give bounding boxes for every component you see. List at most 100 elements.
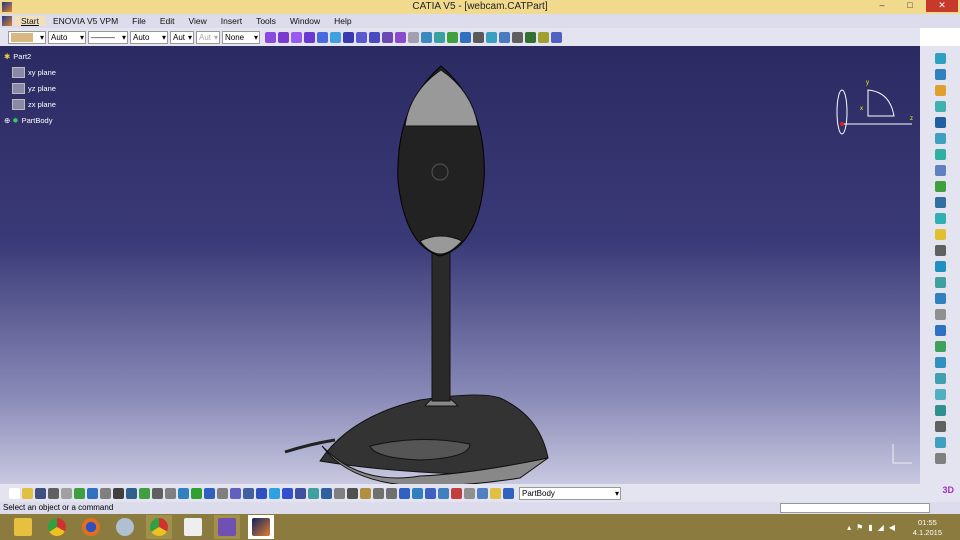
toolbar-tool-icon[interactable] [291, 31, 302, 43]
toolbar-tool-icon[interactable] [152, 487, 163, 499]
toolbar-tool-icon[interactable] [334, 487, 345, 499]
system-tray[interactable]: ▴⚑▮◢◀ [847, 523, 900, 532]
toolbar-tool-icon[interactable] [48, 487, 59, 499]
toolbar-tool-icon[interactable] [100, 487, 111, 499]
taskbar-visual-studio[interactable] [214, 515, 240, 539]
toolbar-tool-icon[interactable] [464, 487, 475, 499]
toolbar-tool-icon[interactable] [934, 149, 946, 160]
toolbar-tool-icon[interactable] [934, 229, 946, 240]
toolbar-tool-icon[interactable] [934, 165, 946, 176]
toolbar-tool-icon[interactable] [503, 487, 514, 499]
toolbar-tool-icon[interactable] [282, 487, 293, 499]
toolbar-tool-icon[interactable] [934, 389, 946, 400]
toolbar-tool-icon[interactable] [343, 31, 354, 43]
toolbar-tool-icon[interactable] [278, 31, 289, 43]
toolbar-tool-icon[interactable] [317, 31, 328, 43]
toolbar-tool-icon[interactable] [330, 31, 341, 43]
taskbar-firefox[interactable] [78, 515, 104, 539]
webcam-model[interactable] [0, 46, 920, 484]
fill-color-select[interactable] [8, 30, 46, 44]
toolbar-tool-icon[interactable] [934, 101, 946, 112]
toolbar-tool-icon[interactable] [399, 487, 410, 499]
toolbar-tool-icon[interactable] [934, 373, 946, 384]
toolbar-tool-icon[interactable] [934, 261, 946, 272]
thickness-select[interactable]: Aut [170, 30, 194, 44]
toolbar-tool-icon[interactable] [934, 309, 946, 320]
toolbar-tool-icon[interactable] [934, 293, 946, 304]
menu-help[interactable]: Help [327, 16, 358, 26]
toolbar-tool-icon[interactable] [934, 69, 946, 80]
toolbar-tool-icon[interactable] [321, 487, 332, 499]
toolbar-tool-icon[interactable] [74, 487, 85, 499]
toolbar-tool-icon[interactable] [87, 487, 98, 499]
toolbar-tool-icon[interactable] [934, 325, 946, 336]
toolbar-tool-icon[interactable] [9, 487, 20, 499]
toolbar-tool-icon[interactable] [438, 487, 449, 499]
toolbar-tool-icon[interactable] [113, 487, 124, 499]
toolbar-tool-icon[interactable] [473, 31, 484, 43]
taskbar-paint[interactable] [112, 515, 138, 539]
menu-window[interactable]: Window [283, 16, 327, 26]
catia-menu-icon[interactable] [2, 16, 12, 26]
toolbar-tool-icon[interactable] [421, 31, 432, 43]
taskbar-chrome-2[interactable] [146, 515, 172, 539]
toolbar-tool-icon[interactable] [347, 487, 358, 499]
toolbar-tool-icon[interactable] [934, 357, 946, 368]
toolbar-tool-icon[interactable] [139, 487, 150, 499]
toolbar-tool-icon[interactable] [61, 487, 72, 499]
toolbar-tool-icon[interactable] [230, 487, 241, 499]
toolbar-tool-icon[interactable] [934, 421, 946, 432]
toolbar-tool-icon[interactable] [934, 341, 946, 352]
toolbar-tool-icon[interactable] [408, 31, 419, 43]
toolbar-tool-icon[interactable] [35, 487, 46, 499]
toolbar-tool-icon[interactable] [304, 31, 315, 43]
minimize-button[interactable]: – [870, 0, 894, 12]
toolbar-tool-icon[interactable] [934, 53, 946, 64]
toolbar-tool-icon[interactable] [356, 31, 367, 43]
toolbar-tool-icon[interactable] [395, 31, 406, 43]
toolbar-tool-icon[interactable] [499, 31, 510, 43]
toolbar-tool-icon[interactable] [538, 31, 549, 43]
toolbar-tool-icon[interactable] [386, 487, 397, 499]
menu-start[interactable]: Start [14, 16, 46, 26]
maximize-button[interactable]: □ [898, 0, 922, 12]
toolbar-tool-icon[interactable] [460, 31, 471, 43]
toolbar-tool-icon[interactable] [126, 487, 137, 499]
toolbar-tool-icon[interactable] [295, 487, 306, 499]
toolbar-tool-icon[interactable] [451, 487, 462, 499]
toolbar-tool-icon[interactable] [256, 487, 267, 499]
toolbar-tool-icon[interactable] [217, 487, 228, 499]
toolbar-tool-icon[interactable] [486, 31, 497, 43]
toolbar-tool-icon[interactable] [360, 487, 371, 499]
toolbar-tool-icon[interactable] [934, 453, 946, 464]
toolbar-tool-icon[interactable] [934, 405, 946, 416]
toolbar-tool-icon[interactable] [490, 487, 501, 499]
layer-select[interactable]: None [222, 30, 260, 44]
toolbar-tool-icon[interactable] [934, 213, 946, 224]
toolbar-tool-icon[interactable] [269, 487, 280, 499]
point-type-select[interactable]: Auto [130, 30, 168, 44]
toolbar-tool-icon[interactable] [477, 487, 488, 499]
toolbar-tool-icon[interactable] [191, 487, 202, 499]
line-weight-select[interactable]: Auto [48, 30, 86, 44]
toolbar-tool-icon[interactable] [265, 31, 276, 43]
toolbar-tool-icon[interactable] [934, 117, 946, 128]
taskbar-file-explorer[interactable] [10, 515, 36, 539]
menu-file[interactable]: File [125, 16, 153, 26]
taskbar-catia[interactable] [248, 515, 274, 539]
compass[interactable]: y x z [830, 76, 920, 136]
toolbar-tool-icon[interactable] [243, 487, 254, 499]
toolbar-tool-icon[interactable] [165, 487, 176, 499]
toolbar-tool-icon[interactable] [373, 487, 384, 499]
clock[interactable]: 01:55 4.1.2015 [913, 518, 942, 538]
toolbar-tool-icon[interactable] [308, 487, 319, 499]
toolbar-tool-icon[interactable] [934, 437, 946, 448]
toolbar-tool-icon[interactable] [369, 31, 380, 43]
current-body-select[interactable]: PartBody [519, 486, 621, 500]
toolbar-tool-icon[interactable] [447, 31, 458, 43]
menu-view[interactable]: View [182, 16, 214, 26]
toolbar-tool-icon[interactable] [412, 487, 423, 499]
toolbar-tool-icon[interactable] [525, 31, 536, 43]
menu-edit[interactable]: Edit [153, 16, 182, 26]
toolbar-tool-icon[interactable] [934, 245, 946, 256]
